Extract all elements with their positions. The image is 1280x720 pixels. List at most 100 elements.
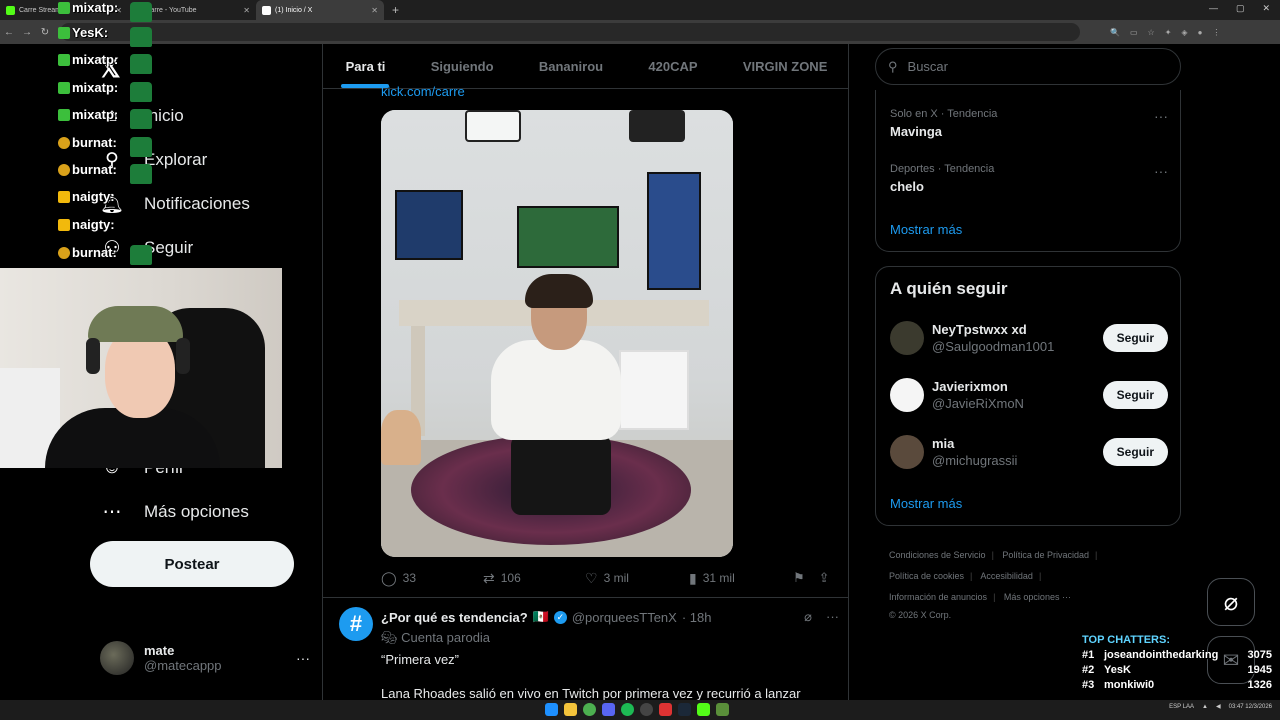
follow-suggestion[interactable]: NeyTpstwxx xd @Saulgoodman1001 Seguir: [890, 318, 1168, 358]
top-chatter-row: #3 monkiwi0 1326: [1082, 679, 1272, 691]
hashtag-avatar-icon[interactable]: #: [339, 607, 373, 641]
grok-button[interactable]: ⌀: [1207, 578, 1255, 626]
like-button[interactable]: ♡ 3 mil: [585, 570, 689, 587]
follow-button[interactable]: Seguir: [1102, 438, 1168, 466]
tab-title: Carre Stream: [19, 6, 62, 14]
top-chatter-row: #1 joseandointhedarking 3075: [1082, 649, 1272, 661]
tab-bananirou[interactable]: Bananirou: [516, 44, 626, 88]
x-favicon-icon: [262, 5, 271, 15]
footer-link[interactable]: Política de Privacidad: [1002, 550, 1089, 560]
minimize-icon[interactable]: —: [1209, 3, 1218, 14]
chat-line: naigty:: [58, 217, 115, 232]
tray-lang[interactable]: ESP LAA: [1169, 704, 1194, 710]
nav-item-more[interactable]: ⋯ Más opciones: [100, 500, 249, 524]
footer-link[interactable]: Información de anuncios: [889, 592, 987, 602]
volume-icon[interactable]: ◀: [1216, 703, 1221, 710]
share-icon[interactable]: ⇪: [819, 570, 830, 586]
close-tab-icon[interactable]: ✕: [243, 6, 250, 15]
follow-button[interactable]: Seguir: [1102, 324, 1168, 352]
tab-virgin-zone[interactable]: VIRGIN ZONE: [720, 44, 848, 88]
account-switcher[interactable]: mate @matecappp ···: [100, 638, 310, 678]
cast-icon[interactable]: ▭: [1130, 28, 1138, 37]
reply-button[interactable]: ◯ 33: [381, 570, 483, 587]
search-input[interactable]: [907, 59, 1148, 74]
more-icon[interactable]: ···: [1154, 163, 1168, 179]
post-button[interactable]: Postear: [90, 541, 294, 587]
kick-icon[interactable]: [697, 703, 710, 716]
kick-favicon-icon: [6, 5, 15, 15]
tray-clock[interactable]: 03:47 12/3/2026: [1229, 704, 1272, 710]
views-button[interactable]: ▮ 31 mil: [689, 570, 793, 587]
back-icon[interactable]: ←: [0, 27, 18, 38]
tab-siguiendo[interactable]: Siguiendo: [408, 44, 516, 88]
app-icon[interactable]: [659, 703, 672, 716]
nav-item-notifications[interactable]: 🔔︎ Notificaciones: [100, 192, 250, 216]
badge-icon: [58, 1, 70, 14]
steam-icon[interactable]: [678, 703, 691, 716]
follow-suggestion[interactable]: Javierixmon @JavieRiXmoN Seguir: [890, 375, 1168, 415]
more-options-icon: ⋯: [102, 501, 122, 523]
tweet-author-handle[interactable]: @porqueesTTenX: [572, 610, 677, 625]
footer-link[interactable]: Más opciones ···: [1004, 592, 1071, 602]
windows-start-icon[interactable]: [545, 703, 558, 716]
footer-link[interactable]: Condiciones de Servicio: [889, 550, 986, 560]
tweet-photo[interactable]: [381, 110, 733, 557]
who-to-follow-title: A quién seguir: [890, 279, 1008, 298]
headset-icon: [176, 338, 190, 374]
retweet-button[interactable]: ⇄ 106: [483, 570, 585, 587]
follow-button[interactable]: Seguir: [1102, 381, 1168, 409]
show-more-link[interactable]: Mostrar más: [890, 222, 962, 237]
file-explorer-icon[interactable]: [564, 703, 577, 716]
tweet-author-name[interactable]: ¿Por qué es tendencia?: [381, 610, 528, 625]
obs-icon[interactable]: [640, 703, 653, 716]
tab-420cap[interactable]: 420CAP: [626, 44, 720, 88]
badge-icon: [58, 108, 70, 121]
minecraft-icon[interactable]: [716, 703, 729, 716]
show-more-link[interactable]: Mostrar más: [890, 496, 962, 511]
more-icon[interactable]: ···: [826, 609, 839, 625]
extension-icon[interactable]: ✦: [1165, 28, 1172, 37]
extension-icon[interactable]: ◈: [1181, 28, 1187, 37]
tab-title: (1) Inicio / X: [275, 6, 313, 14]
spotify-icon[interactable]: [621, 703, 634, 716]
browser-tabbar: Carre Stream ✕ carre - YouTube ✕ (1) Ini…: [0, 0, 1280, 20]
badge-icon: [58, 26, 70, 39]
footer-link[interactable]: Política de cookies: [889, 571, 964, 581]
close-window-icon[interactable]: ✕: [1262, 3, 1270, 14]
search-box[interactable]: ⚲: [875, 48, 1181, 85]
copyright: © 2026 X Corp.: [889, 610, 952, 620]
tweet-divider: [323, 597, 848, 598]
bookmark-icon[interactable]: ⚑: [793, 570, 805, 586]
tweet-link[interactable]: kick.com/carre: [381, 84, 465, 99]
wifi-icon[interactable]: ▲: [1202, 704, 1208, 710]
chrome-icon[interactable]: [583, 703, 596, 716]
discord-icon[interactable]: [602, 703, 615, 716]
new-tab-icon[interactable]: +: [392, 3, 399, 17]
monitor: [647, 172, 701, 290]
forward-icon[interactable]: →: [18, 27, 36, 38]
profile-icon[interactable]: ●: [1198, 28, 1203, 37]
maximize-icon[interactable]: ▢: [1236, 3, 1245, 14]
follow-suggestion[interactable]: mia @michugrassii Seguir: [890, 432, 1168, 472]
tab-para-ti[interactable]: Para ti: [323, 44, 408, 88]
more-icon[interactable]: ···: [1154, 108, 1168, 124]
more-icon[interactable]: ···: [296, 650, 310, 666]
zoom-icon[interactable]: 🔍: [1110, 28, 1120, 37]
address-bar[interactable]: [60, 23, 1080, 41]
trend-item[interactable]: Solo en X · Tendencia Mavinga ···: [890, 108, 1168, 139]
bookmark-star-icon[interactable]: ☆: [1148, 28, 1155, 37]
tweet-text: “Primera vez”: [381, 652, 460, 667]
tweet-time[interactable]: · 18h: [682, 610, 712, 625]
footer-link[interactable]: Accesibilidad: [980, 571, 1033, 581]
mask-icon: 🎭︎: [381, 630, 398, 645]
trend-item[interactable]: Deportes · Tendencia chelo ···: [890, 163, 1168, 194]
avatar: [890, 435, 924, 469]
top-chatters-title: TOP CHATTERS:: [1082, 634, 1171, 646]
frog-emote-icon: [130, 245, 152, 265]
reload-icon[interactable]: ↻: [36, 27, 54, 38]
grok-icon[interactable]: ⌀: [804, 609, 812, 625]
menu-icon[interactable]: ⋮: [1212, 28, 1220, 37]
browser-tab-x[interactable]: (1) Inicio / X ✕: [256, 0, 384, 20]
frog-emote-icon: [130, 54, 152, 74]
close-tab-icon[interactable]: ✕: [371, 6, 378, 15]
